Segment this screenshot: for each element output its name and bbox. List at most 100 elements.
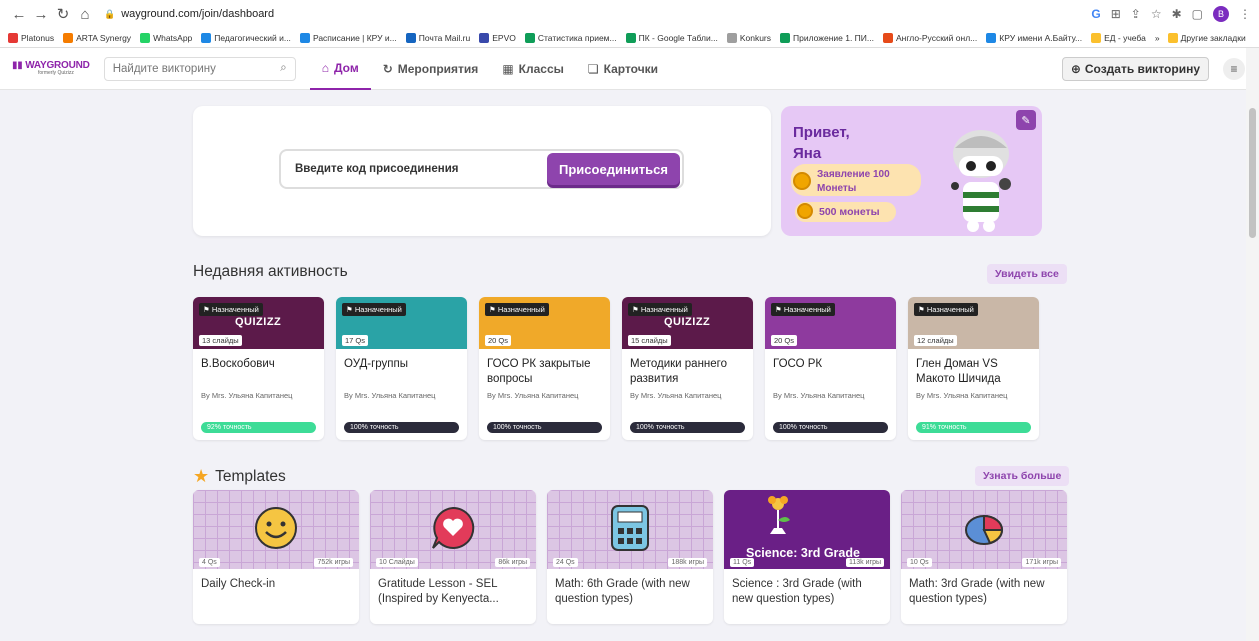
activity-card[interactable]: ⚑ Назначенный QUIZIZZ 13 слайды В.Воскоб… xyxy=(193,297,324,440)
plays-count: 752k игры xyxy=(314,558,353,567)
join-code-input[interactable]: Введите код присоединения xyxy=(283,163,547,175)
join-panel: Введите код присоединения Присоединиться xyxy=(193,106,771,236)
google-icon[interactable]: G xyxy=(1091,7,1100,21)
template-card[interactable]: 4 Qs 752k игры Daily Check-in xyxy=(193,490,359,624)
question-count: 17 Qs xyxy=(342,335,369,346)
accuracy-bar: 100% точность xyxy=(773,422,888,433)
more-bookmarks-icon[interactable]: » xyxy=(1155,33,1160,43)
forward-icon[interactable]: → xyxy=(30,6,52,23)
bookmark-item[interactable]: Platonus xyxy=(8,33,54,43)
back-icon[interactable]: ← xyxy=(8,6,30,23)
robot-avatar-icon xyxy=(951,130,1011,232)
address-bar[interactable]: 🔒 wayground.com/join/dashboard xyxy=(104,8,274,20)
bookmark-favicon-icon xyxy=(625,33,636,43)
accuracy-bar: 100% точность xyxy=(344,422,459,433)
activity-author: By Mrs. Ульяна Капитанец xyxy=(630,391,722,400)
activity-card[interactable]: ⚑ Назначенный 17 Qs ОУД-группы By Mrs. У… xyxy=(336,297,467,440)
heart-bubble-icon xyxy=(429,504,477,557)
coin-bag-icon xyxy=(793,172,811,190)
sidepanel-icon[interactable]: ▢ xyxy=(1192,7,1203,21)
question-count: 20 Qs xyxy=(771,335,798,346)
assigned-badge: ⚑ Назначенный xyxy=(771,303,835,316)
bookmark-item[interactable]: Расписание | КРУ и... xyxy=(299,33,397,43)
bookmark-favicon-icon xyxy=(299,33,310,43)
bookmark-item[interactable]: WhatsApp xyxy=(140,33,192,43)
tab-home[interactable]: ⌂ Дом xyxy=(309,48,371,90)
question-count: 15 слайды xyxy=(628,335,671,346)
bookmarks-bar: Platonus ARTA Synergy WhatsApp Педагогическ… xyxy=(0,28,1259,48)
activity-card[interactable]: ⚑ Назначенный 20 Qs ГОСО РК By Mrs. Улья… xyxy=(765,297,896,440)
bookmark-item[interactable]: Статистика прием... xyxy=(524,33,617,43)
join-code-box: Введите код присоединения Присоединиться xyxy=(279,149,684,189)
question-count: 13 слайды xyxy=(199,335,242,346)
template-card[interactable]: 24 Qs 188k игры Math: 6th Grade (with ne… xyxy=(547,490,713,624)
coin-icon xyxy=(797,203,813,219)
extensions-icon[interactable]: ✱ xyxy=(1172,7,1182,21)
bookmark-item[interactable]: Приложение 1. ПИ... xyxy=(780,33,874,43)
plays-count: 86k игры xyxy=(495,558,530,567)
activity-card[interactable]: ⚑ Назначенный 20 Qs ГОСО РК закрытые воп… xyxy=(479,297,610,440)
search-input[interactable]: Найдите викторину ⌕ xyxy=(103,56,296,81)
activity-card-cover: ⚑ Назначенный QUIZIZZ 15 слайды xyxy=(622,297,753,349)
template-cover: 10 Qs 171k игры xyxy=(901,490,1067,569)
tab-flashcards[interactable]: ❏ Карточки xyxy=(576,48,670,90)
activity-author: By Mrs. Ульяна Капитанец xyxy=(344,391,436,400)
profile-avatar[interactable]: В xyxy=(1213,6,1229,22)
logo-subtext: formerly Quizizz xyxy=(38,70,74,76)
activity-card-cover: ⚑ Назначенный 20 Qs xyxy=(479,297,610,349)
bookmark-item[interactable]: Konkurs xyxy=(726,33,771,43)
activity-card-cover: ⚑ Назначенный 17 Qs xyxy=(336,297,467,349)
create-quiz-button[interactable]: ⊕ Создать викторину xyxy=(1061,56,1209,81)
star-icon[interactable]: ☆ xyxy=(1151,7,1162,21)
template-card[interactable]: Science: 3rd Grade 11 Qs 113k игры Scien… xyxy=(724,490,890,624)
url-text: wayground.com/join/dashboard xyxy=(121,8,275,20)
bookmark-item[interactable]: КРУ имени А.Байту... xyxy=(986,33,1082,43)
bookmark-favicon-icon xyxy=(986,33,997,43)
join-button[interactable]: Присоединиться xyxy=(547,153,680,185)
quizizz-logo: QUIZIZZ xyxy=(664,316,711,328)
see-all-button[interactable]: Увидеть все xyxy=(987,264,1067,284)
greeting-panel: Привет, Яна ✎ Заявление 100 Монеты 500 м… xyxy=(781,106,1042,236)
search-icon[interactable]: ⌕ xyxy=(280,62,286,75)
logo[interactable]: ▮▮ WAYGROUND formerly Quizizz xyxy=(12,61,90,76)
bookmark-item[interactable]: Почта Mail.ru xyxy=(405,33,470,43)
question-count: 11 Qs xyxy=(730,558,755,567)
learn-more-button[interactable]: Узнать больше xyxy=(975,466,1070,486)
browser-menu-icon[interactable]: ⋮ xyxy=(1239,7,1251,21)
activity-title: В.Воскобович xyxy=(201,358,275,370)
reload-icon[interactable]: ↻ xyxy=(52,5,74,23)
quizizz-logo: QUIZIZZ xyxy=(235,316,282,328)
activity-card[interactable]: ⚑ Назначенный 12 слайды Глен Доман VS Ма… xyxy=(908,297,1039,440)
plays-count: 171k игры xyxy=(1022,558,1061,567)
template-card[interactable]: 10 Слайды 86k игры Gratitude Lesson - SE… xyxy=(370,490,536,624)
home-icon[interactable]: ⌂ xyxy=(74,6,96,23)
translate-icon[interactable]: ⊞ xyxy=(1111,7,1121,21)
assigned-badge: ⚑ Назначенный xyxy=(914,303,978,316)
activity-card-cover: ⚑ Назначенный 20 Qs xyxy=(765,297,896,349)
hamburger-menu-icon[interactable]: ≡ xyxy=(1223,57,1245,80)
scrollbar-thumb[interactable] xyxy=(1249,108,1256,238)
bookmark-item[interactable]: Англо-Русский онл... xyxy=(883,33,977,43)
plus-circle-icon: ⊕ xyxy=(1070,61,1081,76)
recent-activity-title: Недавняя активность xyxy=(193,263,348,280)
template-title: Daily Check-in xyxy=(201,578,276,590)
bookmark-item[interactable]: EPVO xyxy=(479,33,516,43)
plays-count: 188k игры xyxy=(668,558,707,567)
activity-card[interactable]: ⚑ Назначенный QUIZIZZ 15 слайды Методики… xyxy=(622,297,753,440)
bookmark-item[interactable]: ЕД - учеба xyxy=(1091,33,1146,43)
bookmark-item[interactable]: Педагогический и... xyxy=(201,33,291,43)
flashcards-icon: ❏ xyxy=(587,61,599,76)
scrollbar[interactable] xyxy=(1246,48,1259,641)
bookmark-item[interactable]: ПК - Google Табли... xyxy=(625,33,718,43)
question-count: 20 Qs xyxy=(485,335,512,346)
tab-activities[interactable]: ↻ Мероприятия xyxy=(371,48,491,90)
star-icon: ★ xyxy=(193,466,210,486)
classes-icon: ▦ xyxy=(502,61,514,76)
share-icon[interactable]: ⇪ xyxy=(1131,7,1141,21)
bookmark-item[interactable]: ARTA Synergy xyxy=(63,33,131,43)
tab-classes[interactable]: ▦ Классы xyxy=(490,48,576,90)
template-card[interactable]: 10 Qs 171k игры Math: 3rd Grade (with ne… xyxy=(901,490,1067,624)
smiley-icon xyxy=(252,504,300,557)
other-bookmarks[interactable]: Другие закладки xyxy=(1167,33,1246,43)
bookmark-favicon-icon xyxy=(201,33,212,43)
